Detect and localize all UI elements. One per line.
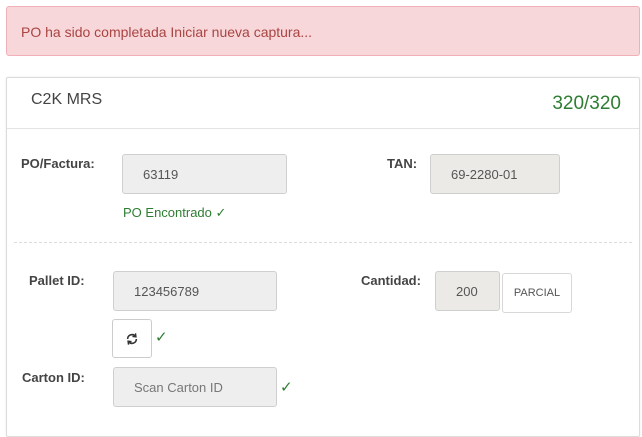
- tan-label: TAN:: [387, 156, 418, 171]
- completion-alert: PO ha sido completada Iniciar nueva capt…: [6, 6, 640, 56]
- refresh-pallet-button[interactable]: [112, 319, 152, 358]
- pallet-check-icon: ✓: [155, 329, 168, 346]
- cantidad-label: Cantidad:: [361, 273, 421, 288]
- parcial-button-label: PARCIAL: [513, 287, 561, 299]
- pallet-input[interactable]: 123456789: [113, 271, 277, 311]
- po-found-status: PO Encontrado ✓: [123, 205, 227, 220]
- capture-panel: C2K MRS 320/320: [6, 77, 640, 437]
- scan-count: 320/320: [552, 93, 621, 114]
- parcial-button[interactable]: PARCIAL: [502, 273, 572, 313]
- po-label: PO/Factura:: [21, 156, 95, 171]
- panel-header: C2K MRS 320/320: [7, 78, 639, 129]
- section-divider: [14, 242, 632, 243]
- carton-label: Carton ID:: [22, 370, 85, 385]
- refresh-icon: [126, 332, 138, 345]
- po-input[interactable]: 63119: [122, 154, 287, 194]
- alert-message: PO ha sido completada Iniciar nueva capt…: [21, 24, 313, 40]
- tan-input[interactable]: 69-2280-01: [430, 154, 560, 194]
- carton-check-icon: ✓: [280, 379, 293, 396]
- cantidad-input[interactable]: 200: [435, 271, 500, 311]
- pallet-label: Pallet ID:: [29, 273, 85, 288]
- panel-title: C2K MRS: [31, 91, 103, 108]
- carton-input[interactable]: Scan Carton ID: [113, 367, 277, 407]
